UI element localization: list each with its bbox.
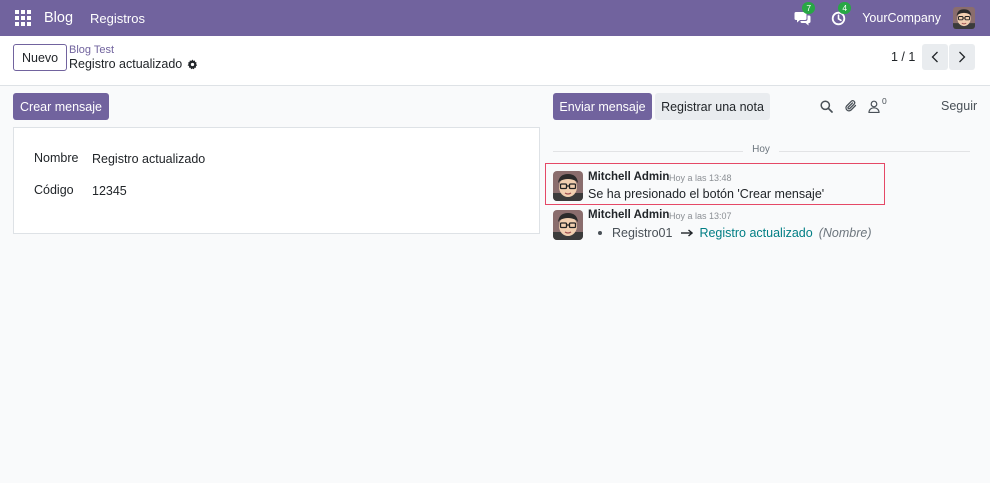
send-message-button[interactable]: Enviar mensaje: [553, 93, 652, 120]
message-author-avatar[interactable]: [553, 210, 583, 240]
user-avatar[interactable]: [953, 7, 975, 29]
field-value-codigo[interactable]: 12345: [92, 184, 127, 198]
breadcrumb-current: Registro actualizado: [69, 57, 198, 71]
field-value-nombre[interactable]: Registro actualizado: [92, 152, 205, 166]
message-date: Hoy a las 13:48: [669, 173, 732, 183]
message-body: Se ha presionado el botón 'Crear mensaje…: [588, 187, 825, 201]
messages-badge: 7: [802, 2, 816, 14]
control-panel: Nuevo Blog Test Registro actualizado 1 /…: [0, 36, 990, 86]
pager-value[interactable]: 1 / 1: [891, 50, 915, 64]
apps-grid-icon[interactable]: [15, 10, 31, 26]
top-navbar: Blog Registros 7 4 YourCompany: [0, 0, 990, 36]
log-note-button[interactable]: Registrar una nota: [655, 93, 770, 120]
form-sheet: Nombre Registro actualizado Código 12345: [13, 127, 540, 234]
activities-menu[interactable]: 4: [828, 2, 852, 28]
tracking-field-name: (Nombre): [818, 226, 872, 240]
pager-next-button[interactable]: [949, 44, 975, 70]
activities-badge: 4: [838, 2, 852, 14]
followers-button[interactable]: [866, 98, 882, 114]
field-label-nombre: Nombre: [34, 151, 79, 165]
chevron-right-icon: [959, 51, 966, 63]
avatar-face-icon: [953, 7, 975, 29]
navbar-systray: 7 4 YourCompany: [792, 0, 990, 36]
breadcrumb-parent[interactable]: Blog Test: [69, 44, 114, 56]
message-author[interactable]: Mitchell Admin: [588, 209, 669, 221]
company-switcher[interactable]: YourCompany: [862, 11, 941, 25]
date-separator: Hoy: [553, 144, 970, 158]
follow-button[interactable]: Seguir: [941, 99, 977, 113]
menu-registros[interactable]: Registros: [90, 11, 145, 26]
search-messages-button[interactable]: [818, 98, 834, 114]
field-label-codigo: Código: [34, 183, 74, 197]
attachments-button[interactable]: [843, 98, 859, 114]
search-icon: [819, 99, 833, 113]
record-title: Registro actualizado: [69, 57, 183, 71]
messages-menu[interactable]: 7: [792, 2, 816, 28]
date-separator-label: Hoy: [752, 144, 770, 155]
new-button[interactable]: Nuevo: [13, 44, 68, 71]
chevron-left-icon: [931, 51, 938, 63]
crear-mensaje-button[interactable]: Crear mensaje: [13, 93, 109, 120]
paperclip-icon: [845, 100, 857, 112]
list-bullet: [598, 231, 602, 235]
user-icon: [868, 100, 880, 113]
tracking-value-item: Registro01 Registro actualizado (Nombre): [598, 226, 872, 240]
tracking-old-value: Registro01: [612, 226, 673, 240]
app-brand[interactable]: Blog: [44, 10, 73, 26]
avatar-face-icon: [553, 171, 583, 201]
arrow-right-icon: [681, 229, 694, 237]
gear-icon[interactable]: [187, 59, 198, 70]
message-date: Hoy a las 13:07: [669, 211, 732, 221]
avatar-face-icon: [553, 210, 583, 240]
message-author[interactable]: Mitchell Admin: [588, 171, 669, 183]
tracking-new-value: Registro actualizado: [699, 226, 813, 240]
pager-previous-button[interactable]: [922, 44, 948, 70]
message-author-avatar[interactable]: [553, 171, 583, 201]
followers-count: 0: [882, 96, 887, 106]
